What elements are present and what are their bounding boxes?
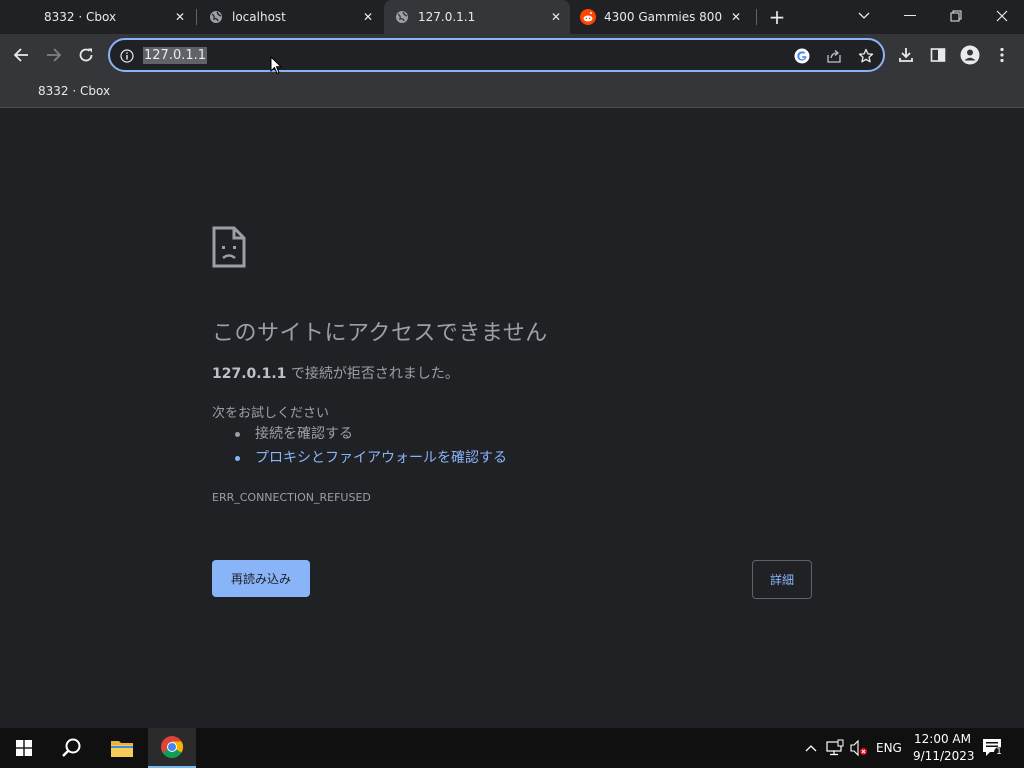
- url-text[interactable]: 127.0.1.1: [143, 47, 208, 64]
- bookmark-star-icon[interactable]: [856, 46, 876, 66]
- close-icon[interactable]: ✕: [172, 9, 188, 25]
- bookmark-cbox[interactable]: 8332 · Cbox: [30, 82, 118, 100]
- tab-title: 4300 Gammies 800 Em: [604, 10, 726, 24]
- tab-127-0-1-1[interactable]: 127.0.1.1 ✕: [384, 0, 570, 34]
- try-label: 次をお試しください: [212, 406, 330, 421]
- suggestion-check-connection: 接続を確認する: [232, 425, 507, 449]
- file-explorer-icon[interactable]: [98, 728, 146, 768]
- restore-button[interactable]: [944, 4, 968, 28]
- windows-start-icon[interactable]: [0, 728, 48, 768]
- profile-avatar-icon[interactable]: [954, 39, 986, 71]
- error-desc-text: で接続が拒否されました。: [286, 366, 459, 382]
- taskbar: ENG 12:00 AM 9/11/2023 1: [0, 728, 1024, 768]
- tab-search-chevron-icon[interactable]: [854, 6, 874, 26]
- back-button[interactable]: [5, 39, 37, 71]
- close-window-button[interactable]: [990, 4, 1014, 28]
- suggestion-list: 接続を確認する プロキシとファイアウォールを確認する: [232, 425, 507, 473]
- mouse-cursor-icon: [270, 55, 283, 79]
- chevron-up-icon[interactable]: [803, 740, 819, 756]
- tab-separator: [196, 9, 197, 25]
- reload-button[interactable]: 再読み込み: [212, 560, 310, 597]
- suggestion-check-proxy-firewall[interactable]: プロキシとファイアウォールを確認する: [232, 449, 507, 473]
- tab-reddit[interactable]: 4300 Gammies 800 Em ✕: [572, 0, 754, 34]
- clock-time[interactable]: 12:00 AM: [914, 732, 971, 746]
- close-icon[interactable]: ✕: [360, 9, 376, 25]
- notification-count: 1: [994, 747, 1004, 757]
- sad-page-icon: [212, 226, 246, 272]
- google-lens-icon[interactable]: [792, 46, 812, 66]
- reload-icon[interactable]: [70, 39, 102, 71]
- tab-localhost[interactable]: localhost ✕: [198, 0, 382, 34]
- error-page: このサイトにアクセスできません 127.0.1.1 で接続が拒否されました。 次…: [0, 109, 1024, 728]
- menu-kebab-icon[interactable]: [986, 39, 1018, 71]
- globe-icon: [394, 9, 410, 25]
- new-tab-button[interactable]: +: [764, 5, 790, 29]
- bookmarks-bar: 8332 · Cbox: [0, 76, 1024, 108]
- forward-button[interactable]: [38, 39, 70, 71]
- clock-date[interactable]: 9/11/2023: [913, 749, 975, 763]
- tab-strip: 8332 · Cbox ✕ localhost ✕ 127.0.1.1 ✕ 43…: [0, 0, 1024, 34]
- tab-title: localhost: [232, 10, 286, 24]
- network-icon[interactable]: [826, 739, 844, 757]
- side-panel-icon[interactable]: [922, 39, 954, 71]
- error-code: ERR_CONNECTION_REFUSED: [212, 491, 371, 504]
- tab-cbox[interactable]: 8332 · Cbox ✕: [8, 0, 194, 34]
- error-host: 127.0.1.1: [212, 366, 287, 382]
- globe-icon: [208, 9, 224, 25]
- tab-title: 127.0.1.1: [418, 10, 476, 24]
- search-icon[interactable]: [48, 728, 96, 768]
- share-icon[interactable]: [824, 46, 844, 66]
- error-description: 127.0.1.1 で接続が拒否されました。: [212, 363, 459, 383]
- chrome-taskbar-icon[interactable]: [148, 728, 196, 768]
- reddit-icon: [580, 9, 596, 25]
- info-icon[interactable]: [117, 46, 137, 66]
- minimize-button[interactable]: [898, 4, 922, 28]
- details-button[interactable]: 詳細: [752, 560, 812, 599]
- toolbar: 127.0.1.1: [0, 34, 1024, 76]
- tab-separator: [756, 9, 757, 25]
- notifications-icon[interactable]: 1: [982, 738, 1004, 758]
- download-icon[interactable]: [890, 39, 922, 71]
- error-title: このサイトにアクセスできません: [212, 321, 548, 346]
- close-icon[interactable]: ✕: [728, 9, 744, 25]
- address-bar[interactable]: 127.0.1.1: [108, 38, 885, 72]
- close-icon[interactable]: ✕: [548, 9, 564, 25]
- tab-title: 8332 · Cbox: [44, 10, 117, 24]
- language-indicator[interactable]: ENG: [876, 741, 902, 755]
- volume-muted-icon[interactable]: [850, 739, 868, 757]
